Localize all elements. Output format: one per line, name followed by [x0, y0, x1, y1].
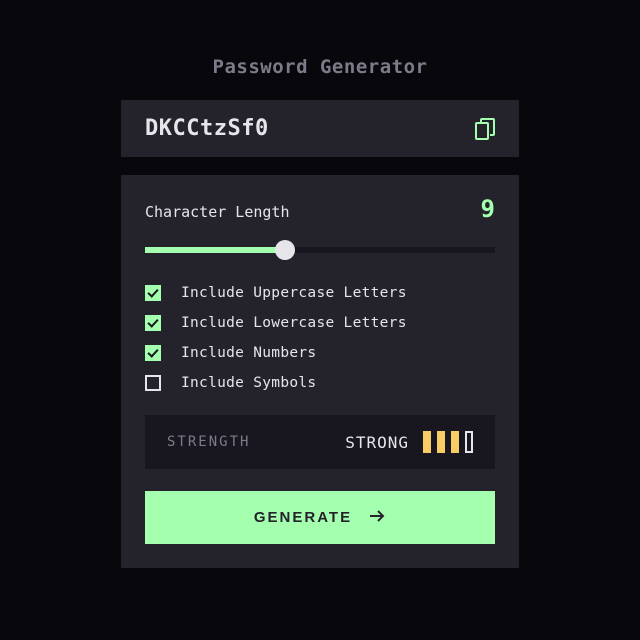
strength-value: STRONG: [345, 433, 409, 452]
option-lowercase[interactable]: Include Lowercase Letters: [145, 315, 495, 331]
length-slider[interactable]: [145, 241, 495, 259]
strength-bar: [423, 431, 431, 453]
copy-icon[interactable]: [475, 118, 495, 140]
slider-thumb[interactable]: [275, 240, 295, 260]
strength-row: STRENGTH STRONG: [145, 415, 495, 469]
checkbox-symbols[interactable]: [145, 375, 161, 391]
app-root: Password Generator DKCCtzSf0 Character L…: [121, 56, 519, 640]
slider-fill: [145, 247, 285, 253]
length-value: 9: [481, 195, 495, 223]
password-display: DKCCtzSf0: [145, 116, 269, 141]
strength-label: STRENGTH: [167, 434, 250, 450]
strength-bar: [465, 431, 473, 453]
checkbox-lowercase[interactable]: [145, 315, 161, 331]
checkbox-uppercase[interactable]: [145, 285, 161, 301]
option-numbers[interactable]: Include Numbers: [145, 345, 495, 361]
length-label: Character Length: [145, 203, 290, 221]
strength-bar: [437, 431, 445, 453]
option-lowercase-label: Include Lowercase Letters: [181, 315, 407, 331]
option-symbols-label: Include Symbols: [181, 375, 316, 391]
page-title: Password Generator: [121, 56, 519, 78]
checkbox-numbers[interactable]: [145, 345, 161, 361]
option-uppercase-label: Include Uppercase Letters: [181, 285, 407, 301]
option-symbols[interactable]: Include Symbols: [145, 375, 495, 391]
strength-bar: [451, 431, 459, 453]
arrow-right-icon: [370, 510, 386, 525]
strength-right: STRONG: [345, 431, 473, 453]
length-row: Character Length 9: [145, 195, 495, 223]
option-uppercase[interactable]: Include Uppercase Letters: [145, 285, 495, 301]
controls-panel: Character Length 9 Include Uppercase Let…: [121, 175, 519, 568]
generate-button[interactable]: GENERATE: [145, 491, 495, 544]
option-numbers-label: Include Numbers: [181, 345, 316, 361]
strength-bars: [423, 431, 473, 453]
generate-button-label: GENERATE: [254, 509, 352, 526]
output-panel: DKCCtzSf0: [121, 100, 519, 157]
options-list: Include Uppercase Letters Include Lowerc…: [145, 285, 495, 391]
